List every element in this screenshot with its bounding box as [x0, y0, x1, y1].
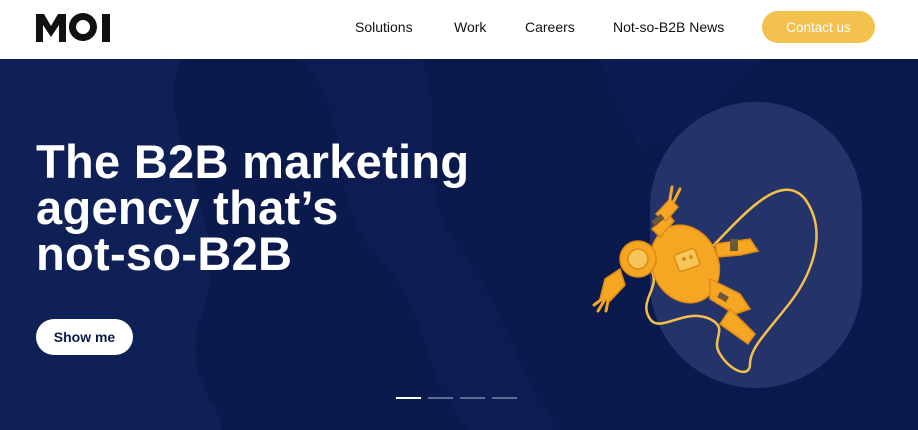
- nav-careers[interactable]: Careers: [525, 19, 575, 35]
- hero-section: The B2B marketing agency that’s not-so-B…: [0, 59, 918, 430]
- headline-line-3: not-so-B2B: [36, 227, 293, 280]
- contact-us-button[interactable]: Contact us: [762, 11, 875, 43]
- carousel-dot-1[interactable]: [396, 397, 421, 399]
- hero-headline: The B2B marketing agency that’s not-so-B…: [36, 135, 470, 280]
- moi-logo-icon: [36, 13, 110, 42]
- carousel-indicators: [396, 397, 517, 399]
- headline-line-1: The B2B marketing: [36, 135, 470, 188]
- astronaut-illustration-icon: [592, 185, 818, 374]
- nav-solutions[interactable]: Solutions: [355, 19, 413, 35]
- nav-news[interactable]: Not-so-B2B News: [613, 19, 724, 35]
- site-header: Solutions Work Careers Not-so-B2B News C…: [0, 0, 918, 59]
- nav-work[interactable]: Work: [454, 19, 486, 35]
- carousel-dot-4[interactable]: [492, 397, 517, 399]
- carousel-dot-3[interactable]: [460, 397, 485, 399]
- show-me-button[interactable]: Show me: [36, 319, 133, 355]
- moi-logo[interactable]: [36, 12, 116, 42]
- carousel-dot-2[interactable]: [428, 397, 453, 399]
- headline-line-2: agency that’s: [36, 181, 339, 234]
